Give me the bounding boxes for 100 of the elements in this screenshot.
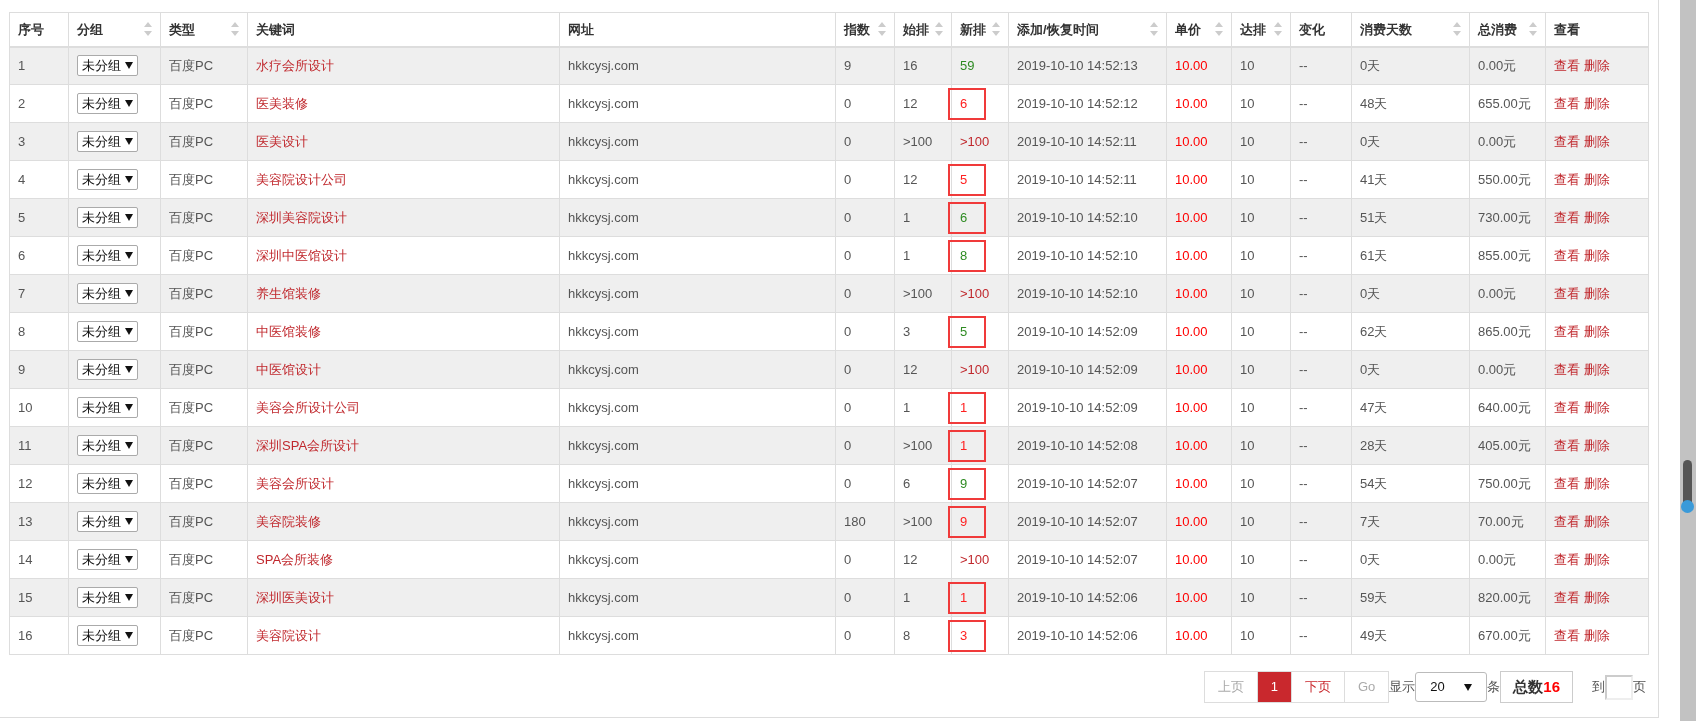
view-link[interactable]: 查看 bbox=[1554, 475, 1580, 491]
keyword-link[interactable]: SPA会所装修 bbox=[256, 551, 334, 567]
view-link[interactable]: 查看 bbox=[1554, 171, 1580, 187]
delete-link[interactable]: 删除 bbox=[1584, 58, 1610, 73]
view-link[interactable]: 查看 bbox=[1554, 95, 1580, 111]
start-rank-value: >100 bbox=[903, 285, 933, 301]
search-engine-text: 百度PC bbox=[169, 551, 214, 567]
keyword-link[interactable]: 深圳SPA会所设计 bbox=[256, 437, 360, 453]
group-dropdown[interactable]: 未分组 bbox=[77, 55, 138, 77]
keyword-link[interactable]: 深圳美容院设计 bbox=[256, 209, 347, 225]
price-value: 10.00 bbox=[1175, 627, 1208, 643]
target-rank-value: 10 bbox=[1240, 209, 1255, 225]
delete-link[interactable]: 删除 bbox=[1584, 285, 1610, 301]
view-link[interactable]: 查看 bbox=[1554, 285, 1580, 301]
delete-link[interactable]: 删除 bbox=[1584, 171, 1610, 187]
group-dropdown[interactable]: 未分组 bbox=[77, 245, 138, 266]
column-header[interactable]: 类型 bbox=[169, 19, 195, 39]
group-dropdown[interactable]: 未分组 bbox=[77, 93, 138, 114]
delete-link[interactable]: 删除 bbox=[1584, 361, 1610, 377]
change-value: -- bbox=[1299, 627, 1308, 643]
delete-link[interactable]: 删除 bbox=[1584, 475, 1610, 491]
keyword-link[interactable]: 美容院设计公司 bbox=[256, 171, 347, 187]
view-link[interactable]: 查看 bbox=[1554, 133, 1580, 149]
column-header[interactable]: 分组 bbox=[77, 19, 103, 39]
sort-icon[interactable] bbox=[1529, 22, 1537, 37]
group-dropdown[interactable]: 未分组 bbox=[77, 549, 138, 570]
delete-link[interactable]: 删除 bbox=[1584, 247, 1610, 263]
view-link[interactable]: 查看 bbox=[1554, 323, 1580, 339]
delete-link[interactable]: 删除 bbox=[1584, 95, 1610, 111]
delete-link[interactable]: 删除 bbox=[1584, 437, 1610, 453]
view-link[interactable]: 查看 bbox=[1554, 361, 1580, 377]
group-dropdown[interactable]: 未分组 bbox=[77, 283, 138, 304]
sort-icon[interactable] bbox=[1274, 22, 1282, 37]
pagination-button[interactable]: 下页 bbox=[1290, 671, 1345, 703]
sort-icon[interactable] bbox=[992, 22, 1000, 37]
keyword-link[interactable]: 深圳中医馆设计 bbox=[256, 247, 347, 263]
target-rank-value: 10 bbox=[1240, 323, 1255, 339]
sort-icon[interactable] bbox=[1150, 22, 1158, 37]
group-dropdown[interactable]: 未分组 bbox=[77, 131, 138, 152]
keyword-link[interactable]: 水疗会所设计 bbox=[256, 58, 334, 73]
delete-link[interactable]: 删除 bbox=[1584, 399, 1610, 415]
sort-icon[interactable] bbox=[878, 22, 886, 37]
delete-link[interactable]: 删除 bbox=[1584, 323, 1610, 339]
keyword-link[interactable]: 医美设计 bbox=[256, 133, 308, 149]
row-number: 4 bbox=[18, 171, 26, 187]
group-dropdown[interactable]: 未分组 bbox=[77, 359, 138, 380]
keyword-link[interactable]: 美容会所设计公司 bbox=[256, 399, 360, 415]
price-value: 10.00 bbox=[1175, 551, 1208, 567]
delete-link[interactable]: 删除 bbox=[1584, 589, 1610, 605]
view-link[interactable]: 查看 bbox=[1554, 589, 1580, 605]
keyword-link[interactable]: 美容院设计 bbox=[256, 627, 321, 643]
view-link[interactable]: 查看 bbox=[1554, 513, 1580, 529]
sort-icon[interactable] bbox=[1215, 22, 1223, 37]
keyword-link[interactable]: 美容院装修 bbox=[256, 513, 321, 529]
view-link[interactable]: 查看 bbox=[1554, 399, 1580, 415]
view-link[interactable]: 查看 bbox=[1554, 551, 1580, 567]
new-rank-value: >100 bbox=[960, 133, 990, 149]
keyword-link[interactable]: 中医馆设计 bbox=[256, 361, 321, 377]
keyword-link[interactable]: 美容会所设计 bbox=[256, 475, 334, 491]
goto-label: 到 bbox=[1592, 678, 1605, 697]
group-dropdown[interactable]: 未分组 bbox=[77, 207, 138, 228]
page-number-field[interactable] bbox=[1605, 674, 1633, 700]
delete-link[interactable]: 删除 bbox=[1584, 627, 1610, 643]
keyword-link[interactable]: 养生馆装修 bbox=[256, 285, 321, 301]
url-text: hkkcysj.com bbox=[568, 323, 639, 339]
view-link[interactable]: 查看 bbox=[1554, 247, 1580, 263]
keyword-link[interactable]: 中医馆装修 bbox=[256, 323, 321, 339]
view-link[interactable]: 查看 bbox=[1554, 58, 1580, 73]
view-link[interactable]: 查看 bbox=[1554, 627, 1580, 643]
delete-link[interactable]: 删除 bbox=[1584, 209, 1610, 225]
new-rank-value: 6 bbox=[960, 95, 968, 111]
keyword-link[interactable]: 深圳医美设计 bbox=[256, 589, 334, 605]
group-dropdown[interactable]: 未分组 bbox=[77, 321, 138, 342]
caret-icon bbox=[125, 252, 133, 259]
url-text: hkkcysj.com bbox=[568, 247, 639, 263]
scrollbar[interactable] bbox=[1680, 0, 1696, 721]
group-dropdown[interactable]: 未分组 bbox=[77, 397, 138, 418]
search-engine-text: 百度PC bbox=[169, 95, 214, 111]
sort-icon[interactable] bbox=[231, 22, 239, 37]
group-dropdown[interactable]: 未分组 bbox=[77, 473, 138, 494]
group-dropdown[interactable]: 未分组 bbox=[77, 435, 138, 456]
total-cost-value: 0.00元 bbox=[1478, 361, 1517, 377]
view-link[interactable]: 查看 bbox=[1554, 437, 1580, 453]
view-link[interactable]: 查看 bbox=[1554, 209, 1580, 225]
sort-icon[interactable] bbox=[1453, 22, 1461, 37]
group-dropdown[interactable]: 未分组 bbox=[77, 169, 138, 190]
delete-link[interactable]: 删除 bbox=[1584, 513, 1610, 529]
sort-icon[interactable] bbox=[144, 22, 152, 37]
page-size-dropdown[interactable]: 20 bbox=[1415, 672, 1488, 702]
delete-link[interactable]: 删除 bbox=[1584, 133, 1610, 149]
pagination-button[interactable]: 1 bbox=[1256, 671, 1292, 703]
group-dropdown[interactable]: 未分组 bbox=[77, 587, 138, 608]
days-value: 49天 bbox=[1360, 627, 1388, 643]
delete-link[interactable]: 删除 bbox=[1584, 551, 1610, 567]
change-value: -- bbox=[1299, 58, 1308, 73]
group-dropdown[interactable]: 未分组 bbox=[77, 511, 138, 532]
keyword-link[interactable]: 医美装修 bbox=[256, 95, 308, 111]
sort-icon[interactable] bbox=[935, 22, 943, 37]
group-dropdown[interactable]: 未分组 bbox=[77, 625, 138, 646]
index-value: 0 bbox=[844, 589, 852, 605]
